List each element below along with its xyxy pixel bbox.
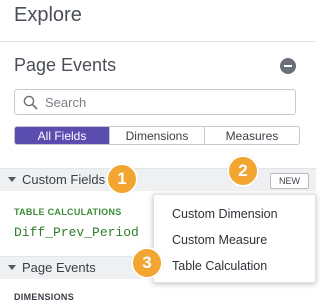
step-badge-3: 3	[131, 247, 163, 279]
menu-item-custom-dimension[interactable]: Custom Dimension	[172, 207, 278, 221]
table-calculations-subheading: TABLE CALCULATIONS	[14, 207, 122, 217]
custom-fields-label: Custom Fields	[22, 172, 106, 187]
search-box[interactable]	[14, 89, 296, 115]
tab-all-fields[interactable]: All Fields	[15, 127, 109, 144]
panel-title: Explore	[14, 4, 82, 26]
field-filter-tabs: All Fields Dimensions Measures	[14, 126, 300, 145]
menu-item-custom-measure[interactable]: Custom Measure	[172, 233, 267, 247]
section-title: Page Events	[14, 55, 117, 75]
tab-measures[interactable]: Measures	[204, 127, 299, 144]
custom-fields-group-header[interactable]: Custom Fields	[0, 168, 316, 191]
collapse-icon[interactable]	[280, 58, 296, 74]
header-divider	[0, 41, 316, 42]
new-field-dropdown: Custom Dimension Custom Measure Table Ca…	[153, 194, 316, 283]
search-icon	[23, 95, 38, 110]
new-button[interactable]: NEW	[270, 173, 309, 189]
step-badge-1: 1	[106, 163, 138, 195]
page-events-label: Page Events	[22, 260, 96, 275]
menu-item-table-calculation[interactable]: Table Calculation	[172, 259, 267, 273]
search-input[interactable]	[45, 93, 285, 111]
caret-down-icon	[8, 265, 16, 270]
dimensions-subheading: DIMENSIONS	[14, 292, 75, 302]
tab-dimensions[interactable]: Dimensions	[109, 127, 204, 144]
field-diff-prev-period[interactable]: Diff_Prev_Period	[14, 225, 139, 240]
step-badge-2: 2	[227, 155, 259, 187]
caret-down-icon	[8, 177, 16, 182]
